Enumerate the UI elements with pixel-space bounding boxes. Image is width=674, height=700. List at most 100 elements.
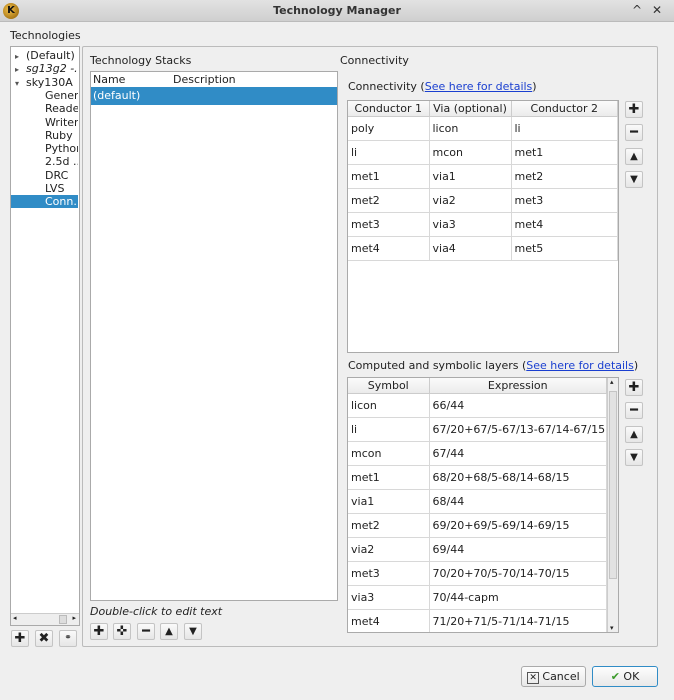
tree-item[interactable]: ▸ sg13g2 -... [11,62,78,75]
rename-technology-button[interactable]: ⚭ [59,630,77,647]
table-row[interactable]: mcon 67/44 [348,441,607,466]
connectivity-details-link[interactable]: See here for details [425,80,533,93]
scroll-thumb[interactable] [59,615,67,624]
table-row[interactable]: li mcon met1 [348,140,618,165]
table-cell[interactable]: licon [348,393,430,418]
table-cell[interactable]: met1 [348,164,430,189]
table-cell[interactable]: 71/20+71/5-71/14-71/15 [429,609,607,632]
horizontal-scrollbar[interactable]: ◂ ▸ [11,613,79,625]
table-cell[interactable]: poly [348,116,430,141]
table-cell[interactable]: 70/44-capm [429,585,607,610]
table-row[interactable]: met3 via3 met4 [348,212,618,237]
tree-item[interactable]: LVS [11,182,78,195]
table-row[interactable]: poly licon li [348,116,618,141]
tree-item[interactable]: ▸ (Default) [11,49,78,62]
tree-item[interactable]: DRC [11,169,78,182]
header-conductor1[interactable]: Conductor 1 [348,101,430,117]
header-conductor2[interactable]: Conductor 2 [511,101,618,117]
table-cell[interactable]: via4 [429,236,512,261]
table-cell[interactable]: met1 [348,465,430,490]
table-cell[interactable]: met4 [348,236,430,261]
table-cell[interactable]: via3 [429,212,512,237]
add-stack-button[interactable]: ✚ [90,623,108,640]
move-up-stack-button[interactable]: ▲ [160,623,178,640]
table-cell[interactable]: 67/44 [429,441,607,466]
duplicate-stack-button[interactable]: ✜ [113,623,131,640]
table-cell[interactable]: met3 [348,561,430,586]
cancel-button[interactable]: ✕ Cancel [521,666,586,687]
delete-technology-button[interactable]: ✖ [35,630,53,647]
tree-item[interactable]: Reader [11,102,78,115]
header-expression[interactable]: Expression [429,378,607,394]
table-cell[interactable]: via1 [429,164,512,189]
table-cell[interactable]: via2 [429,188,512,213]
table-cell[interactable]: mcon [429,140,512,165]
table-cell[interactable]: 68/20+68/5-68/14-68/15 [429,465,607,490]
scroll-right-icon[interactable]: ▸ [72,614,76,622]
table-cell[interactable]: via2 [348,537,430,562]
move-down-layer-button[interactable]: ▼ [625,449,643,466]
vertical-scrollbar[interactable]: ▴ ▾ [607,378,618,632]
tree-item[interactable]: Writer [11,116,78,129]
scroll-up-icon[interactable]: ▴ [610,378,614,386]
table-row[interactable]: met2 via2 met3 [348,188,618,213]
table-cell[interactable]: li [511,116,618,141]
stack-row[interactable]: (default) [91,87,337,105]
column-name[interactable]: Name [93,73,125,86]
table-cell[interactable]: via1 [348,489,430,514]
scroll-thumb[interactable] [609,391,617,579]
stacks-list[interactable]: Name Description (default) [90,71,338,601]
table-cell[interactable]: 69/44 [429,537,607,562]
column-description[interactable]: Description [173,73,236,86]
table-cell[interactable]: li [348,140,430,165]
table-cell[interactable]: li [348,417,430,442]
remove-connection-button[interactable]: ━ [625,124,643,141]
computed-table[interactable]: Symbol Expression licon 66/44 li 67/20+67/5-… [348,378,607,632]
move-down-connection-button[interactable]: ▼ [625,171,643,188]
table-row[interactable]: met4 via4 met5 [348,236,618,261]
tree-item[interactable]: 2.5d ... [11,155,78,168]
table-cell[interactable]: 69/20+69/5-69/14-69/15 [429,513,607,538]
tree-item[interactable]: General [11,89,78,102]
table-cell[interactable]: met2 [348,188,430,213]
expander-icon[interactable]: ▾ [15,79,19,88]
technology-tree[interactable]: ▸ (Default) ▸ sg13g2 -... ▾ sky130AGeneralRea… [10,46,80,626]
table-cell[interactable]: met3 [348,212,430,237]
table-row[interactable]: met2 69/20+69/5-69/14-69/15 [348,513,607,538]
table-cell[interactable]: met2 [348,513,430,538]
table-row[interactable]: met4 71/20+71/5-71/14-71/15 [348,609,607,632]
table-row[interactable]: met1 68/20+68/5-68/14-68/15 [348,465,607,490]
table-row[interactable]: via2 69/44 [348,537,607,562]
table-row[interactable]: licon 66/44 [348,393,607,418]
header-symbol[interactable]: Symbol [348,378,430,394]
maximize-icon[interactable]: ^ [630,3,644,17]
scroll-down-icon[interactable]: ▾ [610,624,614,632]
table-cell[interactable]: licon [429,116,512,141]
table-cell[interactable]: 68/44 [429,489,607,514]
close-icon[interactable]: ✕ [650,3,664,17]
connectivity-table[interactable]: Conductor 1 Via (optional) Conductor 2 pol… [348,101,618,261]
move-up-connection-button[interactable]: ▲ [625,148,643,165]
remove-layer-button[interactable]: ━ [625,402,643,419]
table-row[interactable]: met3 70/20+70/5-70/14-70/15 [348,561,607,586]
table-cell[interactable]: met4 [348,609,430,632]
table-row[interactable]: via3 70/44-capm [348,585,607,610]
table-row[interactable]: via1 68/44 [348,489,607,514]
computed-details-link[interactable]: See here for details [526,359,634,372]
tree-item[interactable]: Python [11,142,78,155]
add-technology-button[interactable]: ✚ [11,630,29,647]
tree-item[interactable]: ▾ sky130A [11,76,78,89]
table-cell[interactable]: 66/44 [429,393,607,418]
table-cell[interactable]: via3 [348,585,430,610]
table-cell[interactable]: met2 [511,164,618,189]
table-cell[interactable]: met5 [511,236,618,261]
table-cell[interactable]: met1 [511,140,618,165]
add-connection-button[interactable]: ✚ [625,101,643,118]
ok-button[interactable]: ✔ OK [592,666,658,687]
table-cell[interactable]: 70/20+70/5-70/14-70/15 [429,561,607,586]
tree-item[interactable]: Ruby [11,129,78,142]
expander-icon[interactable]: ▸ [15,52,19,61]
table-row[interactable]: met1 via1 met2 [348,164,618,189]
add-layer-button[interactable]: ✚ [625,379,643,396]
remove-stack-button[interactable]: ━ [137,623,155,640]
